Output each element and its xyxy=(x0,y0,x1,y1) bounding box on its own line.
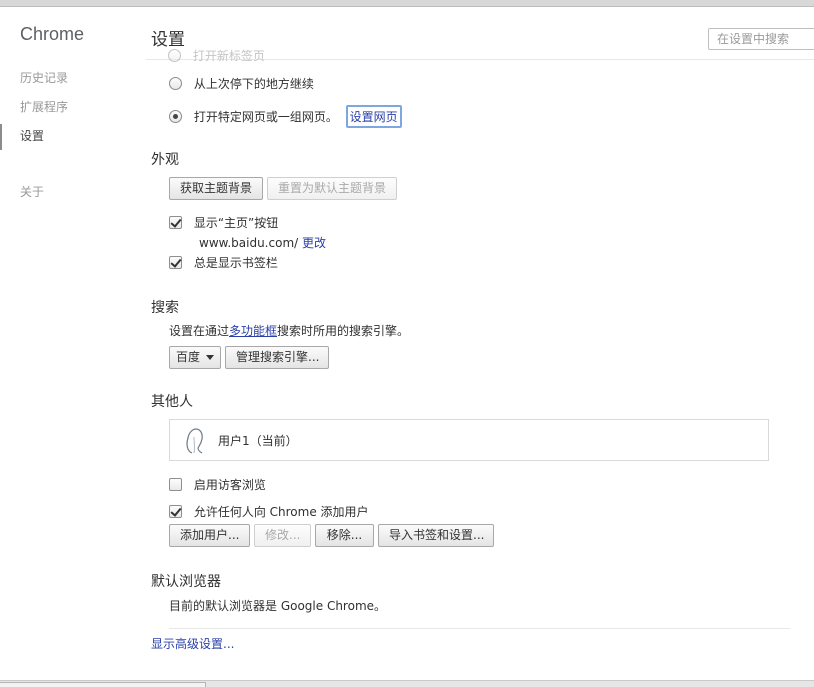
user-avatar-icon xyxy=(186,428,203,454)
radio-button-selected[interactable] xyxy=(169,110,182,123)
search-description: 设置在通过多功能框搜索时所用的搜索引擎。 xyxy=(169,322,409,339)
radio-button[interactable] xyxy=(169,77,182,90)
startup-option-continue[interactable]: 从上次停下的地方继续 xyxy=(169,75,314,92)
show-home-button-option[interactable]: 显示“主页”按钮 xyxy=(169,214,278,231)
radio-label: 从上次停下的地方继续 xyxy=(193,77,314,91)
startup-option-new-tab[interactable]: 打开新标签页 xyxy=(168,47,265,64)
edit-user-button[interactable]: 修改... xyxy=(254,524,311,547)
show-bookmarks-bar-option[interactable]: 总是显示书签栏 xyxy=(169,254,278,271)
remove-user-button[interactable]: 移除... xyxy=(315,524,374,547)
guest-browsing-option[interactable]: 启用访客浏览 xyxy=(169,476,266,493)
sidebar-item-extensions[interactable]: 扩展程序 xyxy=(20,98,68,115)
home-url: www.baidu.com/ xyxy=(199,236,299,250)
change-home-link[interactable]: 更改 xyxy=(302,236,326,250)
user-list: 用户1（当前） xyxy=(169,419,769,461)
radio-label: 打开特定网页或一组网页。 xyxy=(193,110,338,124)
sidebar-item-history[interactable]: 历史记录 xyxy=(20,69,68,86)
radio-button[interactable] xyxy=(168,49,181,62)
chevron-down-icon xyxy=(206,355,215,360)
import-bookmarks-button[interactable]: 导入书签和设置... xyxy=(378,524,494,547)
window-top-strip xyxy=(0,0,814,7)
default-browser-status: 目前的默认浏览器是 Google Chrome。 xyxy=(169,599,387,613)
section-title-default-browser: 默认浏览器 xyxy=(151,574,221,590)
reset-theme-button[interactable]: 重置为默认主题背景 xyxy=(267,177,397,200)
search-engine-value: 百度 xyxy=(176,350,201,364)
checkbox-label: 显示“主页”按钮 xyxy=(193,216,279,230)
bottom-tab xyxy=(0,682,206,687)
allow-add-user-option[interactable]: 允许任何人向 Chrome 添加用户 xyxy=(169,503,369,520)
current-user-name[interactable]: 用户1（当前） xyxy=(218,432,298,449)
startup-option-specific-pages[interactable]: 打开特定网页或一组网页。 设置网页 xyxy=(169,105,402,128)
set-pages-link[interactable]: 设置网页 xyxy=(345,105,402,128)
sidebar-item-settings[interactable]: 设置 xyxy=(20,127,44,144)
checkbox[interactable] xyxy=(169,216,182,229)
section-title-search: 搜索 xyxy=(151,300,179,316)
sidebar-active-marker xyxy=(0,124,2,150)
search-engine-select[interactable]: 百度 xyxy=(169,346,221,369)
checkbox[interactable] xyxy=(169,505,182,518)
search-desc-text: 设置在通过 xyxy=(169,324,230,338)
checkbox-label: 总是显示书签栏 xyxy=(193,256,278,270)
checkbox-label: 启用访客浏览 xyxy=(193,478,266,492)
app-title: Chrome xyxy=(20,24,85,44)
sidebar-item-about[interactable]: 关于 xyxy=(20,183,44,200)
advanced-divider xyxy=(169,628,790,629)
omnibox-link[interactable]: 多功能框 xyxy=(229,324,277,338)
checkbox[interactable] xyxy=(169,256,182,269)
radio-label: 打开新标签页 xyxy=(192,49,265,63)
manage-search-engines-button[interactable]: 管理搜索引擎... xyxy=(225,346,329,369)
section-title-people: 其他人 xyxy=(151,394,193,410)
section-title-appearance: 外观 xyxy=(151,152,179,168)
search-input[interactable] xyxy=(708,28,814,50)
show-advanced-settings-link[interactable]: 显示高级设置... xyxy=(151,635,234,652)
home-url-row: www.baidu.com/ 更改 xyxy=(199,234,326,251)
checkbox[interactable] xyxy=(169,478,182,491)
add-user-button[interactable]: 添加用户... xyxy=(169,524,250,547)
get-themes-button[interactable]: 获取主题背景 xyxy=(169,177,263,200)
search-desc-text-end: 搜索时所用的搜索引擎。 xyxy=(277,324,410,338)
checkbox-label: 允许任何人向 Chrome 添加用户 xyxy=(193,505,369,519)
